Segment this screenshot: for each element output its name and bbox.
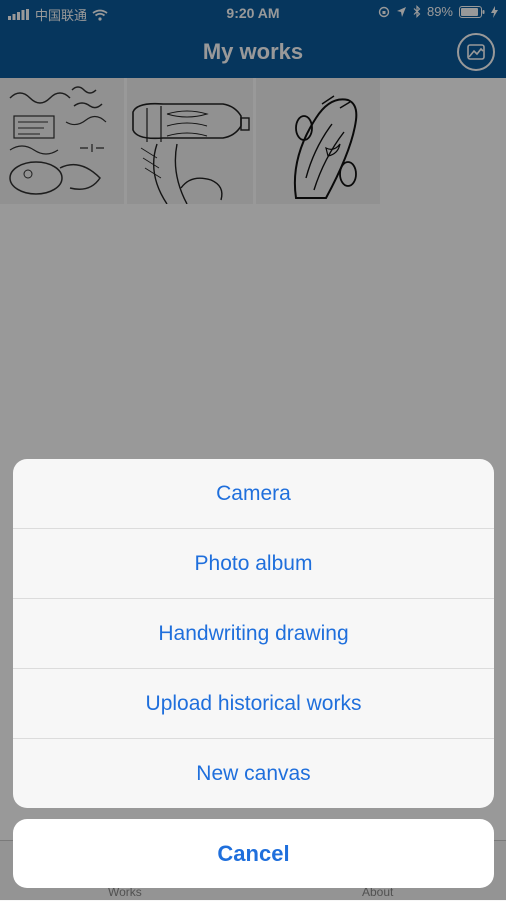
new-canvas-option[interactable]: New canvas [13,739,494,808]
photo-album-option[interactable]: Photo album [13,529,494,599]
action-sheet: Camera Photo album Handwriting drawing U… [13,459,494,808]
cancel-button[interactable]: Cancel [13,819,494,888]
handwriting-drawing-option[interactable]: Handwriting drawing [13,599,494,669]
camera-option[interactable]: Camera [13,459,494,529]
upload-historical-works-option[interactable]: Upload historical works [13,669,494,739]
